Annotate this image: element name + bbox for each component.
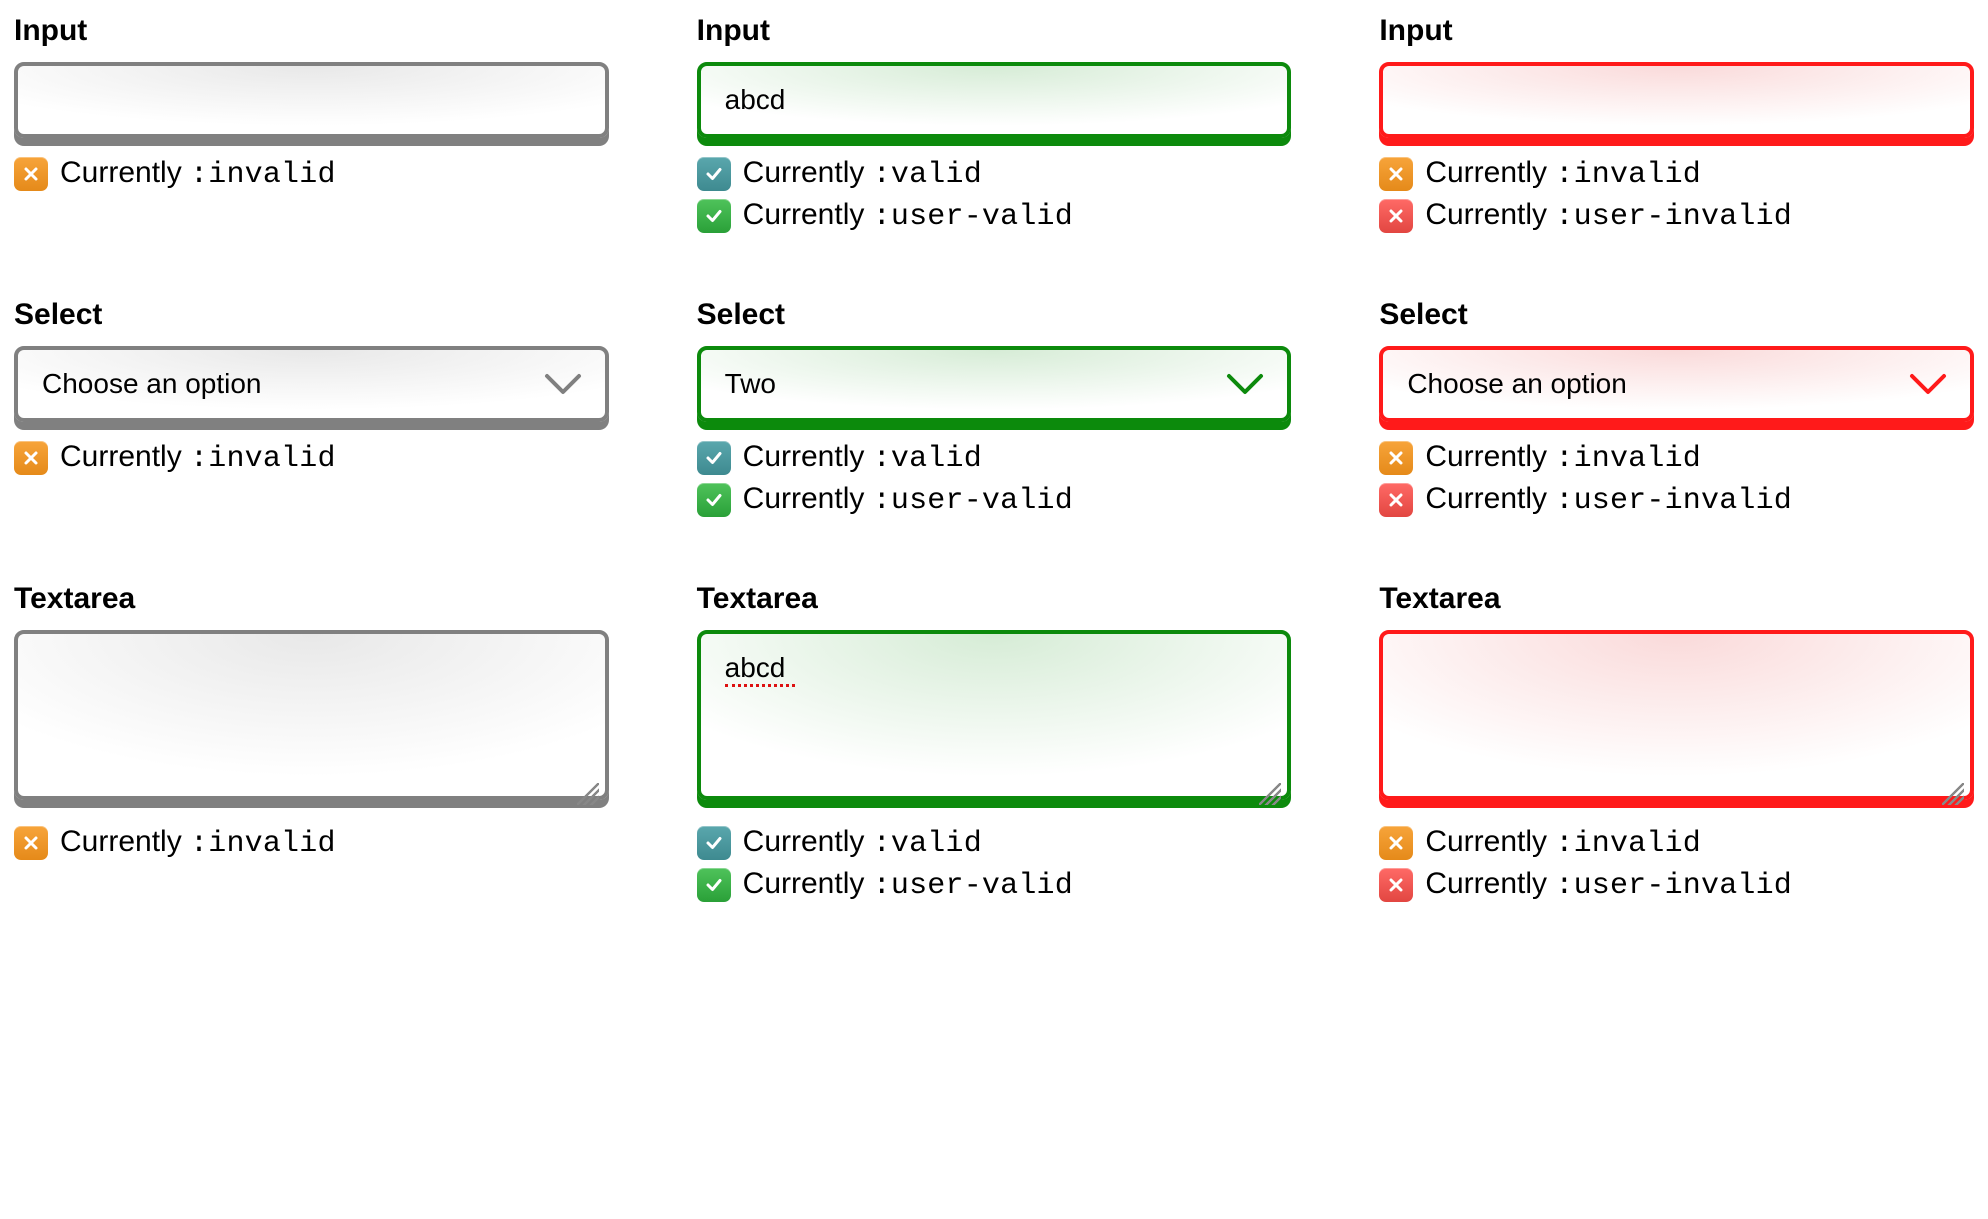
cell-textarea-col2: Textarea Currently :valid Currently :use… bbox=[697, 582, 1292, 903]
select-label: Select bbox=[14, 298, 609, 332]
cell-input-col3: Input Currently :invalid Currently :user… bbox=[1379, 14, 1974, 234]
x-icon bbox=[1379, 483, 1413, 517]
status-text: Currently :invalid bbox=[1425, 440, 1701, 476]
x-icon bbox=[14, 441, 48, 475]
input-wrap bbox=[14, 62, 609, 138]
text-input[interactable] bbox=[1379, 62, 1974, 138]
form-state-grid: Input Currently :invalid Input Currently… bbox=[14, 14, 1974, 903]
input-label: Input bbox=[14, 14, 609, 48]
text-input[interactable] bbox=[14, 62, 609, 138]
status-text: Currently :user-valid bbox=[743, 482, 1073, 518]
status-text: Currently :valid bbox=[743, 156, 982, 192]
cell-select-col2: Select Two Currently :valid Currently :u… bbox=[697, 298, 1292, 518]
input-label: Input bbox=[697, 14, 1292, 48]
select-label: Select bbox=[1379, 298, 1974, 332]
x-icon bbox=[1379, 826, 1413, 860]
status-text: Currently :user-invalid bbox=[1425, 482, 1792, 518]
select-wrap: Two bbox=[697, 346, 1292, 422]
textarea-wrap bbox=[1379, 630, 1974, 807]
text-input[interactable] bbox=[697, 62, 1292, 138]
x-icon bbox=[1379, 868, 1413, 902]
select-field[interactable]: Two bbox=[697, 346, 1292, 422]
status-line: Currently :valid bbox=[697, 825, 1292, 861]
status-line: Currently :invalid bbox=[1379, 440, 1974, 476]
check-icon bbox=[697, 157, 731, 191]
status-line: Currently :user-invalid bbox=[1379, 198, 1974, 234]
select-wrap: Choose an option bbox=[1379, 346, 1974, 422]
status-text: Currently :user-invalid bbox=[1425, 198, 1792, 234]
status-text: Currently :invalid bbox=[1425, 156, 1701, 192]
cell-select-col1: Select Choose an option Currently :inval… bbox=[14, 298, 609, 518]
input-wrap bbox=[697, 62, 1292, 138]
check-icon bbox=[697, 483, 731, 517]
input-label: Input bbox=[1379, 14, 1974, 48]
cell-textarea-col1: Textarea Currently :invalid bbox=[14, 582, 609, 903]
textarea-label: Textarea bbox=[697, 582, 1292, 616]
status-line: Currently :user-valid bbox=[697, 198, 1292, 234]
check-icon bbox=[697, 868, 731, 902]
status-line: Currently :invalid bbox=[1379, 825, 1974, 861]
select-label: Select bbox=[697, 298, 1292, 332]
status-line: Currently :invalid bbox=[14, 825, 609, 861]
input-wrap bbox=[1379, 62, 1974, 138]
cell-textarea-col3: Textarea Currently :invalid Currently :u… bbox=[1379, 582, 1974, 903]
status-line: Currently :user-invalid bbox=[1379, 482, 1974, 518]
cell-input-col2: Input Currently :valid Currently :user-v… bbox=[697, 14, 1292, 234]
select-field[interactable]: Choose an option bbox=[14, 346, 609, 422]
status-line: Currently :valid bbox=[697, 440, 1292, 476]
x-icon bbox=[14, 157, 48, 191]
textarea-wrap bbox=[697, 630, 1292, 807]
status-text: Currently :valid bbox=[743, 440, 982, 476]
cell-select-col3: Select Choose an option Currently :inval… bbox=[1379, 298, 1974, 518]
check-icon bbox=[697, 199, 731, 233]
status-line: Currently :user-valid bbox=[697, 867, 1292, 903]
check-icon bbox=[697, 826, 731, 860]
status-line: Currently :invalid bbox=[14, 156, 609, 192]
status-text: Currently :invalid bbox=[60, 156, 336, 192]
status-line: Currently :valid bbox=[697, 156, 1292, 192]
x-icon bbox=[1379, 441, 1413, 475]
status-text: Currently :user-valid bbox=[743, 198, 1073, 234]
status-line: Currently :invalid bbox=[14, 440, 609, 476]
cell-input-col1: Input Currently :invalid bbox=[14, 14, 609, 234]
status-text: Currently :user-invalid bbox=[1425, 867, 1792, 903]
check-icon bbox=[697, 441, 731, 475]
select-field[interactable]: Choose an option bbox=[1379, 346, 1974, 422]
textarea-field[interactable] bbox=[1379, 630, 1974, 800]
textarea-field[interactable] bbox=[697, 630, 1292, 800]
status-line: Currently :user-valid bbox=[697, 482, 1292, 518]
status-line: Currently :user-invalid bbox=[1379, 867, 1974, 903]
status-text: Currently :valid bbox=[743, 825, 982, 861]
status-text: Currently :invalid bbox=[1425, 825, 1701, 861]
select-wrap: Choose an option bbox=[14, 346, 609, 422]
textarea-label: Textarea bbox=[1379, 582, 1974, 616]
x-icon bbox=[14, 826, 48, 860]
status-text: Currently :user-valid bbox=[743, 867, 1073, 903]
status-text: Currently :invalid bbox=[60, 825, 336, 861]
textarea-label: Textarea bbox=[14, 582, 609, 616]
x-icon bbox=[1379, 199, 1413, 233]
textarea-field[interactable] bbox=[14, 630, 609, 800]
x-icon bbox=[1379, 157, 1413, 191]
textarea-wrap bbox=[14, 630, 609, 807]
status-text: Currently :invalid bbox=[60, 440, 336, 476]
status-line: Currently :invalid bbox=[1379, 156, 1974, 192]
